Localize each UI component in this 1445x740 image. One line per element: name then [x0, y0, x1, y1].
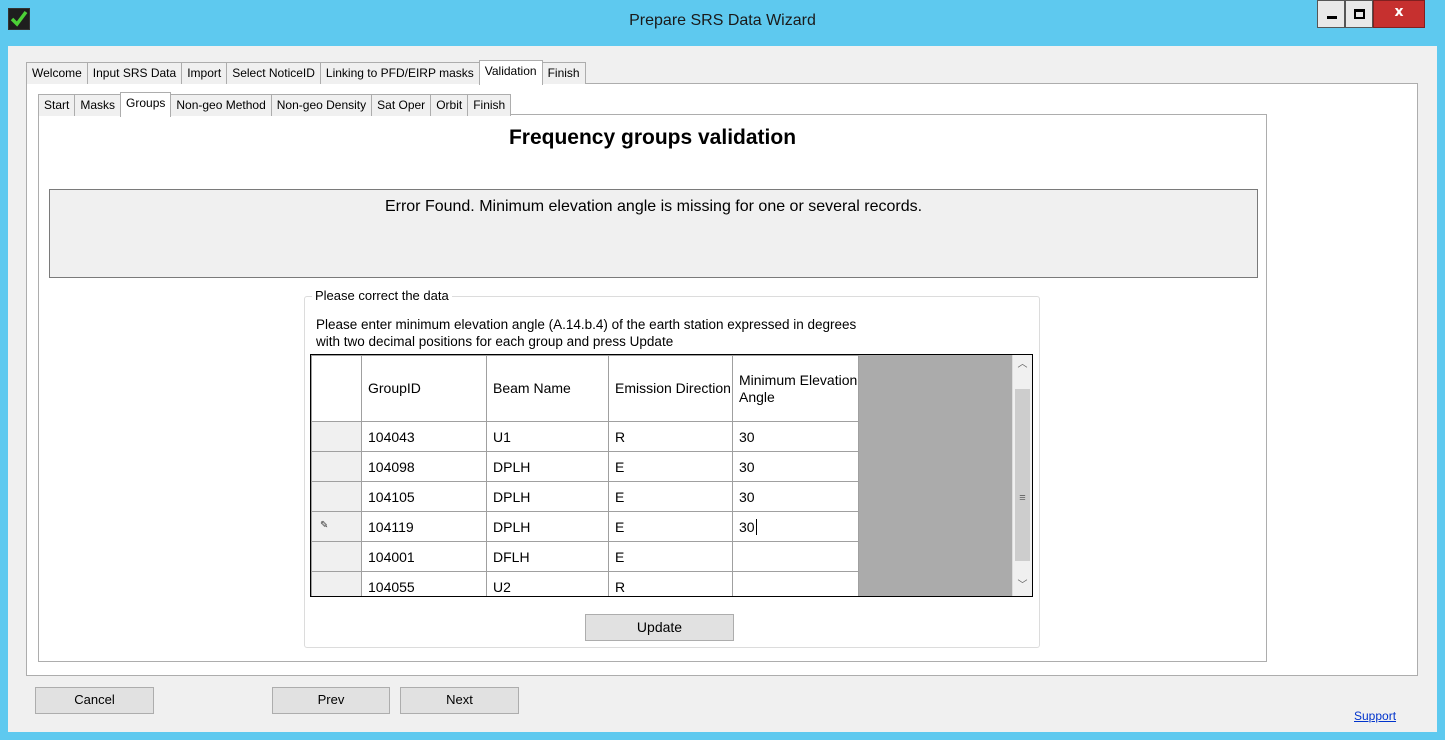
- cell-beam-name[interactable]: DPLH: [486, 451, 609, 482]
- grid-header-row: GroupID Beam Name Emission Direction Min…: [311, 355, 859, 422]
- instruction-line-2: with two decimal positions for each grou…: [316, 334, 674, 349]
- column-header-groupid[interactable]: GroupID: [361, 355, 487, 422]
- tab-finish[interactable]: Finish: [541, 62, 586, 84]
- tab-non-geo-density[interactable]: Non-geo Density: [270, 94, 373, 116]
- cell-beam-name[interactable]: DFLH: [486, 541, 609, 572]
- cell-emission-direction[interactable]: R: [608, 571, 733, 596]
- scrollbar-thumb[interactable]: ≡: [1015, 389, 1030, 561]
- tab-input-srs-data[interactable]: Input SRS Data: [86, 62, 183, 84]
- cell-groupid[interactable]: 104098: [361, 451, 487, 482]
- cell-emission-direction[interactable]: E: [608, 451, 733, 482]
- cell-min-elevation-editing[interactable]: 30: [732, 511, 859, 542]
- tab-masks[interactable]: Masks: [74, 94, 122, 116]
- tab-validation[interactable]: Validation: [478, 60, 543, 85]
- cell-beam-name[interactable]: DPLH: [486, 511, 609, 542]
- cell-beam-name[interactable]: DPLH: [486, 481, 609, 512]
- grid-corner-cell[interactable]: [311, 355, 362, 422]
- cell-groupid[interactable]: 104043: [361, 421, 487, 452]
- tab-groups[interactable]: Groups: [120, 92, 172, 117]
- cell-emission-direction[interactable]: E: [608, 481, 733, 512]
- minimize-icon: [1327, 16, 1337, 19]
- tab-inner-finish[interactable]: Finish: [467, 94, 512, 116]
- prev-button[interactable]: Prev: [272, 687, 390, 714]
- cancel-button[interactable]: Cancel: [35, 687, 154, 714]
- cell-beam-name[interactable]: U1: [486, 421, 609, 452]
- tab-linking-masks[interactable]: Linking to PFD/EIRP masks: [319, 62, 480, 84]
- tab-start[interactable]: Start: [38, 94, 76, 116]
- column-header-beam-name[interactable]: Beam Name: [486, 355, 609, 422]
- cell-min-elevation[interactable]: 30: [732, 421, 859, 452]
- tab-select-noticeid[interactable]: Select NoticeID: [226, 62, 321, 84]
- table-row[interactable]: 104043 U1 R 30: [311, 421, 859, 452]
- inner-tab-strip: Start Masks Groups Non-geo Method Non-ge…: [38, 92, 512, 117]
- outer-tab-strip: Welcome Input SRS Data Import Select Not…: [26, 60, 586, 85]
- minimize-button[interactable]: [1317, 0, 1345, 28]
- error-message: Error Found. Minimum elevation angle is …: [384, 198, 923, 215]
- tab-non-geo-method[interactable]: Non-geo Method: [170, 94, 272, 116]
- row-header[interactable]: [311, 481, 362, 512]
- title-bar[interactable]: Prepare SRS Data Wizard x: [0, 0, 1445, 46]
- cell-min-elevation[interactable]: [732, 571, 859, 596]
- row-header[interactable]: [311, 421, 362, 452]
- chevron-up-icon[interactable]: ︿: [1013, 355, 1032, 375]
- table-row[interactable]: 104105 DPLH E 30: [311, 481, 859, 512]
- maximize-icon: [1354, 9, 1365, 19]
- cell-emission-direction[interactable]: E: [608, 541, 733, 572]
- cell-groupid[interactable]: 104105: [361, 481, 487, 512]
- row-header[interactable]: [311, 541, 362, 572]
- app-window: Prepare SRS Data Wizard x Welcome Input …: [0, 0, 1445, 740]
- update-button[interactable]: Update: [585, 614, 734, 641]
- tab-orbit[interactable]: Orbit: [430, 94, 469, 116]
- error-panel: Error Found. Minimum elevation angle is …: [49, 189, 1258, 278]
- cell-groupid[interactable]: 104055: [361, 571, 487, 596]
- cell-emission-direction[interactable]: E: [608, 511, 733, 542]
- cell-min-elevation[interactable]: 30: [732, 451, 859, 482]
- column-header-min-elevation[interactable]: Minimum Elevation Angle: [732, 355, 859, 422]
- row-header[interactable]: [311, 451, 362, 482]
- table-row[interactable]: 104001 DFLH E: [311, 541, 859, 572]
- next-button[interactable]: Next: [400, 687, 519, 714]
- close-button[interactable]: x: [1373, 0, 1425, 28]
- vertical-scrollbar[interactable]: ︿ ≡ ﹀: [1012, 355, 1032, 596]
- maximize-button[interactable]: [1345, 0, 1373, 28]
- cell-edit-value[interactable]: 30: [739, 519, 755, 535]
- cell-min-elevation[interactable]: [732, 541, 859, 572]
- cell-emission-direction[interactable]: R: [608, 421, 733, 452]
- groups-data-grid[interactable]: GroupID Beam Name Emission Direction Min…: [310, 354, 1033, 597]
- column-header-emission-direction[interactable]: Emission Direction: [608, 355, 733, 422]
- grid-table: GroupID Beam Name Emission Direction Min…: [311, 355, 859, 596]
- cell-groupid[interactable]: 104001: [361, 541, 487, 572]
- table-row-editing[interactable]: ✎ 104119 DPLH E 30: [311, 511, 859, 542]
- support-link[interactable]: Support: [1354, 709, 1396, 723]
- cell-groupid[interactable]: 104119: [361, 511, 487, 542]
- cell-beam-name[interactable]: U2: [486, 571, 609, 596]
- table-row[interactable]: 104098 DPLH E 30: [311, 451, 859, 482]
- text-caret: [755, 518, 757, 535]
- tab-import[interactable]: Import: [181, 62, 228, 84]
- instruction-text: Please enter minimum elevation angle (A.…: [316, 316, 1026, 350]
- row-header[interactable]: ✎: [311, 511, 362, 542]
- row-header[interactable]: [311, 571, 362, 596]
- instruction-line-1: Please enter minimum elevation angle (A.…: [316, 317, 857, 332]
- window-title: Prepare SRS Data Wizard: [629, 12, 816, 29]
- tab-welcome[interactable]: Welcome: [26, 62, 88, 84]
- close-icon: x: [1394, 4, 1404, 20]
- table-row[interactable]: 104055 U2 R: [311, 571, 859, 596]
- cell-min-elevation[interactable]: 30: [732, 481, 859, 512]
- pencil-icon: ✎: [320, 520, 329, 531]
- chevron-down-icon[interactable]: ﹀: [1013, 576, 1032, 596]
- groupbox-label: Please correct the data: [312, 288, 452, 303]
- page-title: Frequency groups validation: [508, 126, 797, 149]
- tab-sat-oper[interactable]: Sat Oper: [371, 94, 432, 116]
- grip-icon: ≡: [1019, 492, 1026, 504]
